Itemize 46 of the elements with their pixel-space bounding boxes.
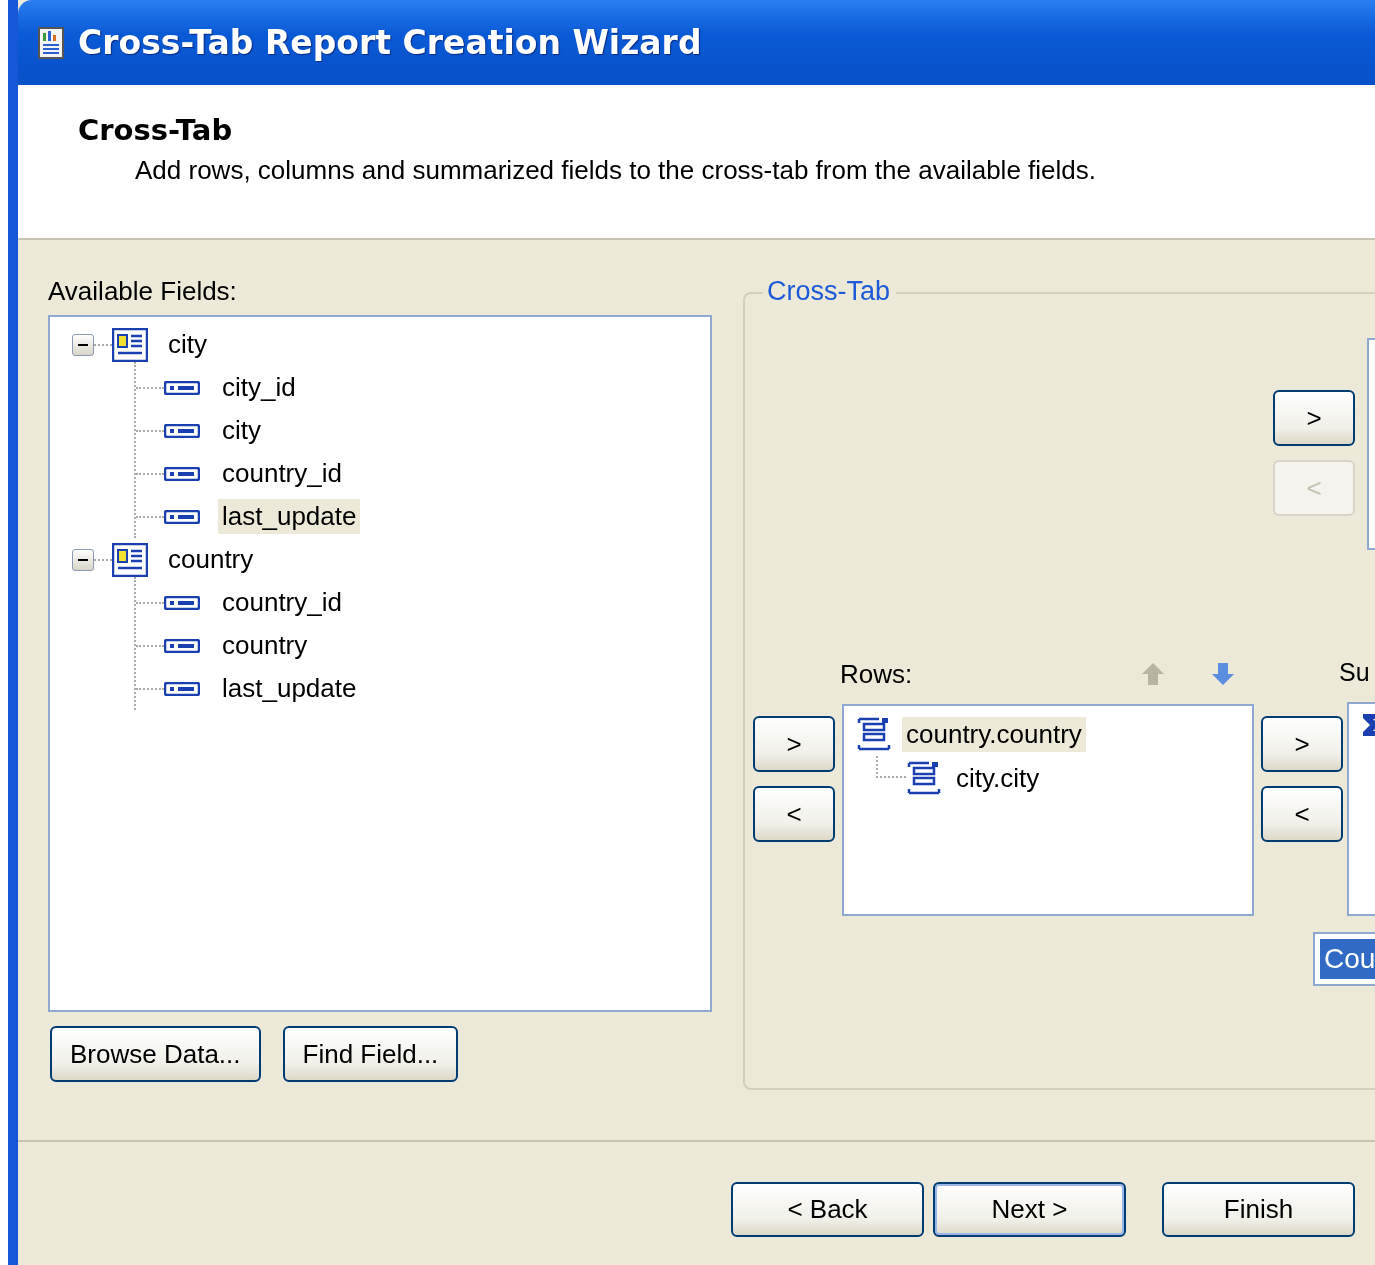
page-title: Cross-Tab	[78, 113, 234, 147]
row-field-icon	[856, 716, 892, 752]
fields-tree[interactable]: city city_id city country_id last_update country country_id country last_update	[48, 315, 712, 1012]
move-button[interactable]: <	[753, 786, 835, 842]
field-icon	[164, 509, 200, 524]
move-button[interactable]: >	[753, 716, 835, 772]
wizard-button[interactable]: < Back	[731, 1182, 924, 1237]
move-button[interactable]: >	[1261, 716, 1343, 772]
move-button[interactable]: <	[1261, 786, 1343, 842]
table-icon	[112, 327, 148, 362]
report-icon	[38, 26, 64, 59]
move-down-icon[interactable]	[1210, 661, 1236, 687]
collapse-icon[interactable]	[72, 548, 94, 571]
window-title: Cross-Tab Report Creation Wizard	[78, 23, 702, 62]
tree-item[interactable]: country	[218, 628, 312, 663]
row-field-icon	[906, 760, 942, 796]
field-icon	[164, 638, 200, 653]
summary-label: Su	[1339, 658, 1371, 688]
wizard-button[interactable]: Next >	[933, 1182, 1126, 1237]
summary-function-dropdown[interactable]: Cou	[1313, 932, 1375, 986]
field-icon	[164, 466, 200, 481]
field-icon	[164, 380, 200, 395]
tree-item[interactable]: last_update	[218, 499, 361, 534]
available-fields-label: Available Fields:	[48, 276, 238, 307]
tree-line	[876, 756, 906, 778]
rows-label: Rows:	[840, 658, 914, 690]
field-button[interactable]: Find Field...	[282, 1026, 459, 1082]
tree-item[interactable]: country_id	[218, 585, 346, 620]
field-icon	[164, 423, 200, 438]
collapse-icon[interactable]	[72, 333, 94, 356]
row-field-item[interactable]: city.city	[952, 760, 1044, 796]
tree-item[interactable]: last_update	[218, 671, 361, 706]
table-icon	[112, 542, 148, 577]
field-button[interactable]: Browse Data...	[50, 1026, 261, 1082]
move-button[interactable]: >	[1273, 390, 1355, 446]
row-field-item[interactable]: country.country	[902, 716, 1086, 752]
tree-item[interactable]: country	[164, 542, 258, 577]
tree-item[interactable]: city	[164, 327, 211, 362]
tree-item[interactable]: city_id	[218, 370, 300, 405]
tree-item[interactable]: city	[218, 413, 265, 448]
field-icon	[164, 595, 200, 610]
wizard-button[interactable]: Finish	[1162, 1182, 1355, 1237]
page-description: Add rows, columns and summarized fields to the cross-tab from the available fields.	[135, 155, 1097, 186]
tree-item[interactable]: country_id	[218, 456, 346, 491]
field-icon	[164, 681, 200, 696]
rows-list[interactable]: country.country city.city	[842, 704, 1254, 916]
